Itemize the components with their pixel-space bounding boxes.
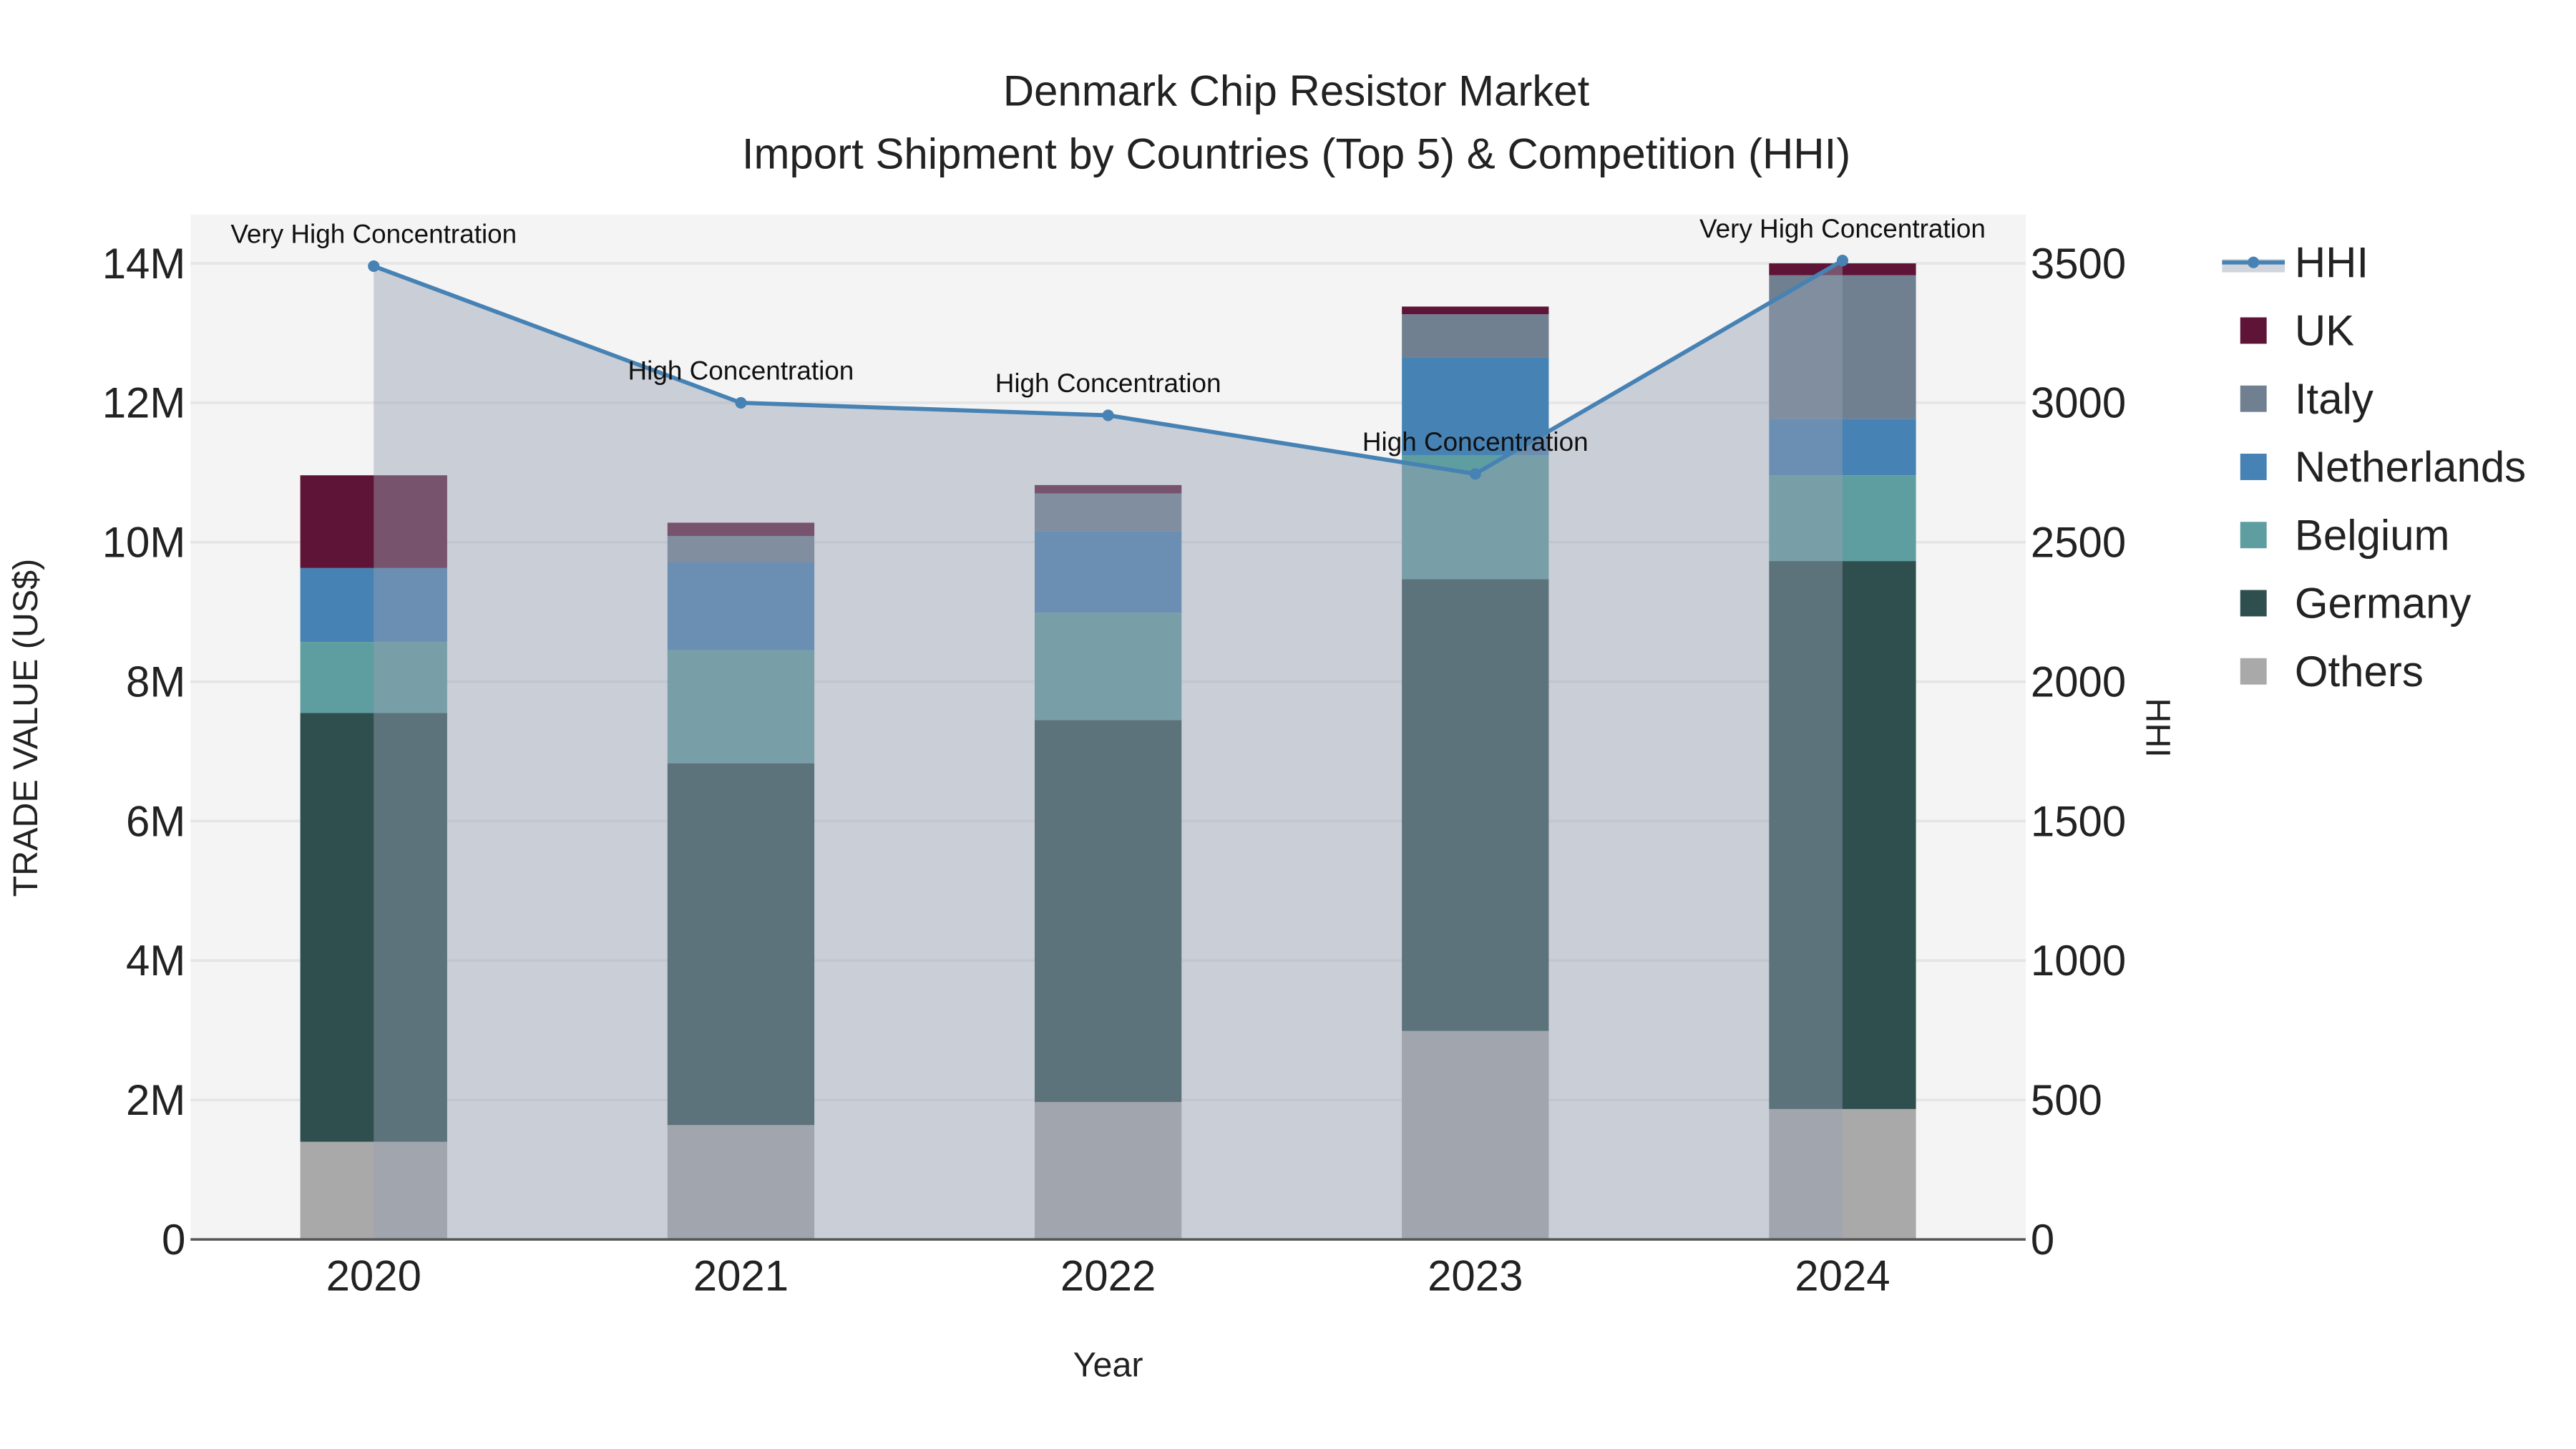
hhi-annotation: High Concentration	[995, 369, 1221, 398]
hhi-point-2020[interactable]	[368, 260, 380, 273]
legend-item-belgium[interactable]: Belgium	[2295, 511, 2450, 559]
x-tick-label: 2023	[1428, 1252, 1523, 1300]
y2-axis-title: HHI	[2138, 698, 2177, 757]
x-tick-label: 2024	[1795, 1252, 1890, 1300]
legend-swatch-others	[2240, 658, 2267, 685]
y2-tick-label: 3500	[2031, 240, 2126, 288]
legend-item-others[interactable]: Others	[2295, 648, 2424, 696]
legend-item-uk[interactable]: UK	[2295, 307, 2354, 355]
hhi-annotation: Very High Concentration	[230, 220, 517, 249]
bar-uk-2023[interactable]	[1402, 306, 1549, 315]
y2-tick-label: 2000	[2031, 658, 2126, 706]
chart-title: Denmark Chip Resistor Market	[1003, 67, 1590, 115]
y-tick-label: 6M	[126, 797, 185, 845]
y2-tick-label: 500	[2031, 1076, 2102, 1124]
hhi-annotation: High Concentration	[1362, 427, 1589, 457]
y-tick-label: 10M	[102, 519, 186, 567]
x-tick-label: 2022	[1060, 1252, 1156, 1300]
y-tick-label: 12M	[102, 379, 186, 427]
y2-tick-label: 0	[2031, 1216, 2054, 1264]
legend-item-italy[interactable]: Italy	[2295, 375, 2373, 423]
y-tick-label: 8M	[126, 658, 185, 706]
hhi-point-2022[interactable]	[1102, 409, 1114, 421]
bar-italy-2023[interactable]	[1402, 314, 1549, 358]
legend-item-netherlands[interactable]: Netherlands	[2295, 443, 2526, 491]
y-tick-label: 2M	[126, 1076, 185, 1124]
y2-tick-label: 3000	[2031, 379, 2126, 427]
legend-swatch-italy	[2240, 385, 2267, 412]
legend-swatch-belgium	[2240, 522, 2267, 549]
y-axis-title: TRADE VALUE (US$)	[6, 559, 45, 897]
y-tick-label: 14M	[102, 240, 186, 288]
x-tick-label: 2021	[693, 1252, 789, 1300]
hhi-point-2023[interactable]	[1469, 468, 1481, 480]
x-tick-label: 2020	[326, 1252, 421, 1300]
y2-tick-label: 2500	[2031, 519, 2126, 567]
chart: Denmark Chip Resistor Market Import Ship…	[1, 0, 2575, 1449]
legend-item-germany[interactable]: Germany	[2295, 580, 2472, 628]
y2-tick-label: 1500	[2031, 797, 2126, 845]
hhi-point-2021[interactable]	[735, 396, 747, 409]
hhi-point-2024[interactable]	[1836, 255, 1849, 267]
x-axis-title: Year	[1073, 1346, 1143, 1385]
chart-subtitle: Import Shipment by Countries (Top 5) & C…	[742, 130, 1850, 177]
y-tick-label: 0	[162, 1216, 185, 1264]
legend-swatch-netherlands	[2240, 454, 2267, 480]
legend-swatch-germany	[2240, 590, 2267, 617]
y-tick-label: 4M	[126, 937, 185, 985]
hhi-annotation: High Concentration	[628, 356, 854, 386]
y2-tick-label: 1000	[2031, 937, 2126, 985]
legend-item-hhi[interactable]: HHI	[2295, 238, 2368, 286]
legend-swatch-uk	[2240, 317, 2267, 344]
legend-hhi-marker-icon	[2248, 256, 2260, 268]
hhi-annotation: Very High Concentration	[1699, 214, 1986, 243]
